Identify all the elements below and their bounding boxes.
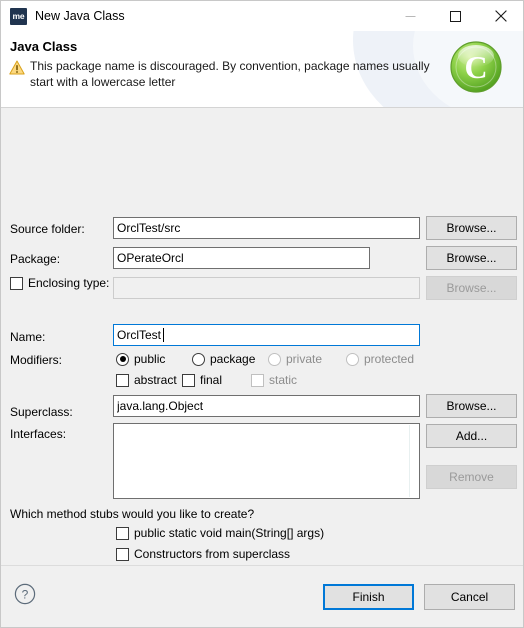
radio-protected-dot — [346, 352, 359, 366]
text-caret — [163, 328, 164, 342]
stub-checkbox-constructors[interactable]: Constructors from superclass — [116, 547, 290, 561]
checkbox-final-label: final — [200, 373, 223, 387]
checkbox-final-box — [182, 373, 195, 387]
interfaces-add-button[interactable]: Add... — [426, 424, 517, 448]
modifier-checkbox-abstract[interactable]: abstract — [116, 373, 177, 387]
radio-package-label: package — [210, 352, 256, 366]
svg-text:?: ? — [22, 588, 29, 602]
interfaces-list-scrollbar[interactable] — [409, 425, 410, 497]
source-folder-input[interactable] — [113, 217, 420, 239]
checkbox-main-label: public static void main(String[] args) — [134, 526, 325, 540]
green-c-badge-icon: C — [449, 40, 503, 94]
checkbox-static-label: static — [269, 373, 298, 387]
package-input[interactable] — [113, 247, 370, 269]
radio-public-label: public — [134, 352, 166, 366]
window-controls — [388, 1, 523, 31]
warning-triangle-icon — [9, 60, 25, 75]
dialog-header: Java Class This package name is discoura… — [1, 31, 523, 108]
maximize-icon[interactable] — [433, 1, 478, 31]
minimize-icon[interactable] — [388, 1, 433, 31]
enclosing-type-input — [113, 277, 420, 299]
checkbox-abstract-label: abstract — [134, 373, 177, 387]
warning-message: This package name is discouraged. By con… — [30, 59, 430, 89]
interfaces-remove-button: Remove — [426, 465, 517, 489]
modifier-radio-private: private — [268, 352, 322, 366]
modifier-checkbox-final[interactable]: final — [182, 373, 222, 387]
cancel-button[interactable]: Cancel — [424, 584, 515, 610]
enclosing-type-checkbox[interactable]: Enclosing type: — [10, 276, 109, 290]
enclosing-type-label: Enclosing type: — [28, 276, 110, 290]
interfaces-list[interactable] — [113, 423, 420, 499]
source-folder-label: Source folder: — [10, 222, 85, 236]
stub-checkbox-main[interactable]: public static void main(String[] args) — [116, 526, 324, 540]
help-question-icon[interactable]: ? — [14, 583, 36, 605]
radio-private-label: private — [286, 352, 323, 366]
name-input[interactable] — [113, 324, 420, 346]
radio-public-dot — [116, 352, 129, 366]
modifier-radio-public[interactable]: public — [116, 352, 165, 366]
superclass-browse-button[interactable]: Browse... — [426, 394, 517, 418]
modifier-radio-protected: protected — [346, 352, 414, 366]
radio-protected-label: protected — [364, 352, 415, 366]
package-browse-button[interactable]: Browse... — [426, 246, 517, 270]
close-icon[interactable] — [478, 1, 523, 31]
dialog-footer: ? Finish Cancel — [1, 565, 523, 627]
checkbox-constructors-label: Constructors from superclass — [134, 547, 291, 561]
modifier-checkbox-static: static — [251, 373, 297, 387]
package-label: Package: — [10, 252, 61, 266]
checkbox-constructors-box — [116, 547, 129, 561]
new-java-class-dialog: me New Java Class Java Class This packag… — [0, 0, 524, 628]
checkbox-abstract-box — [116, 373, 129, 387]
radio-package-dot — [192, 352, 205, 366]
window-title: New Java Class — [35, 9, 125, 23]
title-bar: me New Java Class — [1, 1, 523, 31]
source-folder-browse-button[interactable]: Browse... — [426, 216, 517, 240]
modifier-radio-package[interactable]: package — [192, 352, 255, 366]
interfaces-label: Interfaces: — [10, 427, 67, 441]
enclosing-type-browse-button: Browse... — [426, 276, 517, 300]
page-title: Java Class — [10, 39, 78, 54]
checkbox-main-box — [116, 526, 129, 540]
enclosing-type-checkbox-box — [10, 276, 23, 290]
superclass-input[interactable] — [113, 395, 420, 417]
method-stubs-question: Which method stubs would you like to cre… — [10, 507, 255, 521]
finish-button[interactable]: Finish — [323, 584, 414, 610]
checkbox-static-box — [251, 373, 264, 387]
radio-private-dot — [268, 352, 281, 366]
name-label: Name: — [10, 330, 46, 344]
modifiers-label: Modifiers: — [10, 353, 63, 367]
app-icon: me — [10, 7, 27, 25]
dialog-body: Source folder: Browse... Package: Browse… — [1, 108, 523, 624]
superclass-label: Superclass: — [10, 405, 73, 419]
